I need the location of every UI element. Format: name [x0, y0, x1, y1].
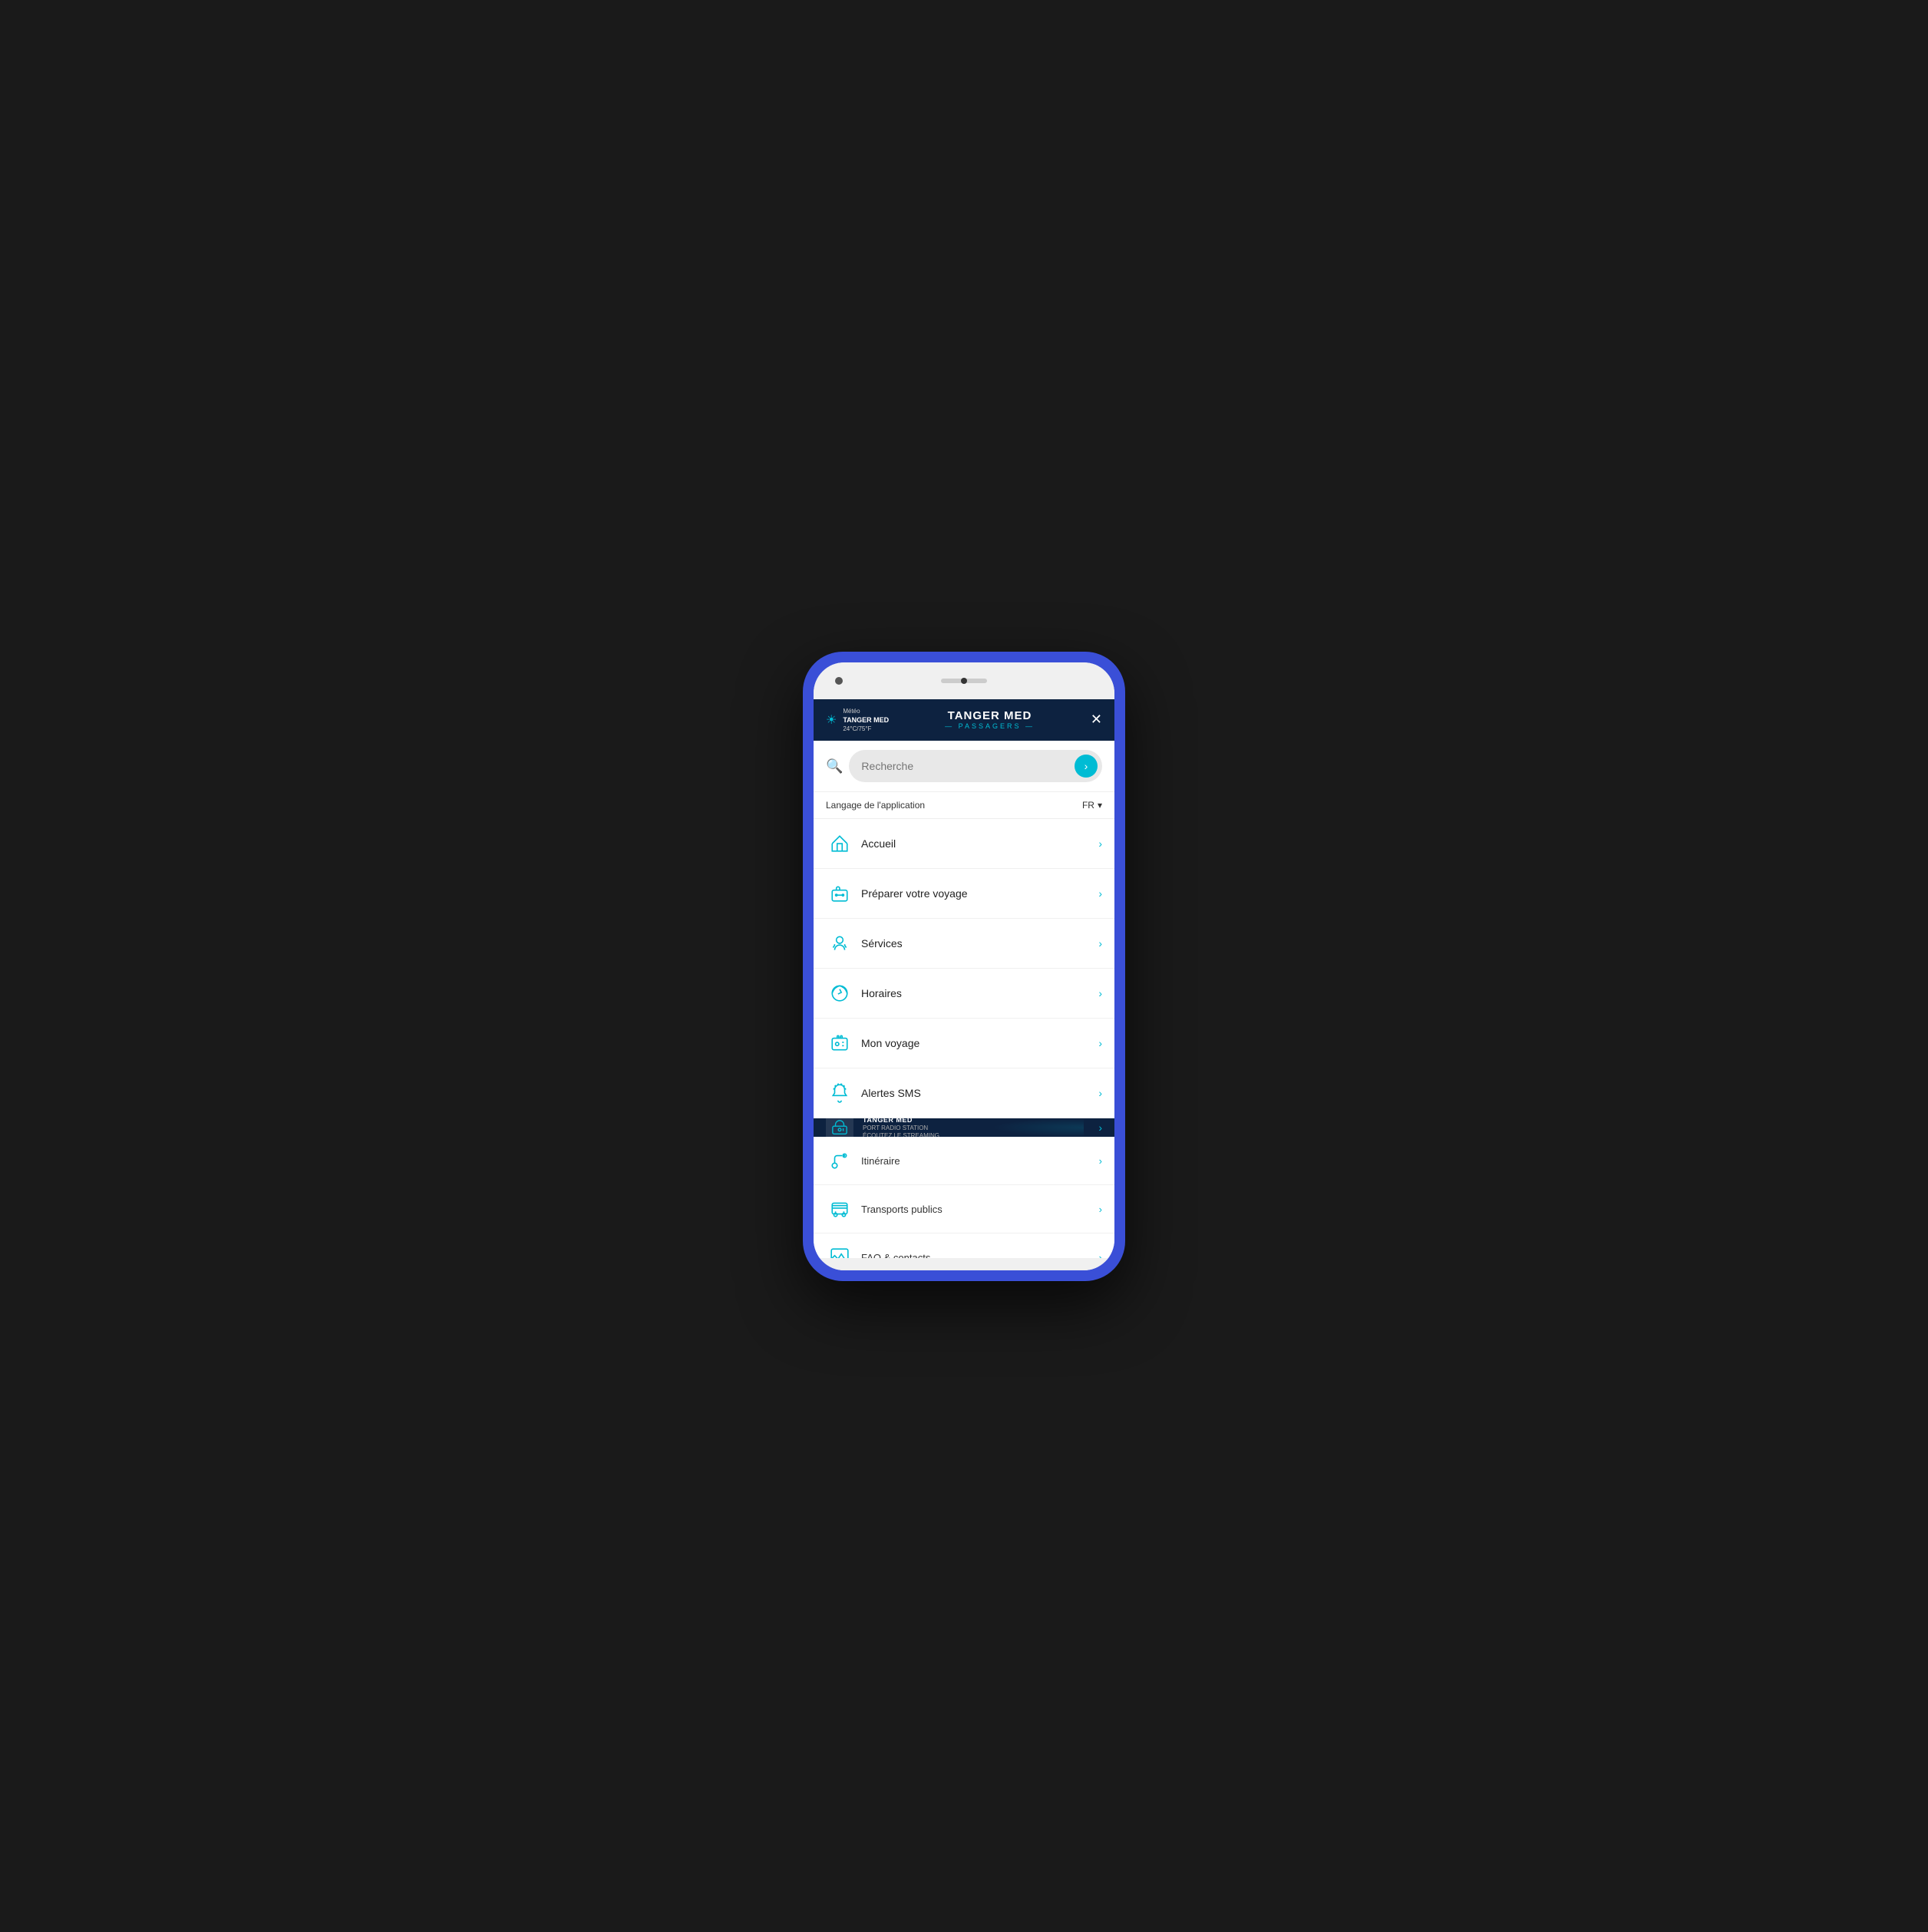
chevron-right-icon: › — [1098, 937, 1102, 949]
chevron-right-icon: › — [1098, 887, 1102, 900]
weather-temp: 24°C/75°F — [843, 725, 889, 733]
close-button[interactable]: ✕ — [1091, 712, 1102, 728]
search-icon: 🔍 — [826, 758, 843, 774]
radio-line2: ÉCOUTEZ LE STREAMING — [863, 1132, 1089, 1137]
sub-label-itineraire: Itinéraire — [861, 1155, 1099, 1167]
nav-item-horaires[interactable]: Horaires › — [814, 969, 1114, 1019]
horaires-icon — [826, 979, 853, 1007]
header-center: TANGER MED — PASSAGERS — — [945, 709, 1035, 730]
front-camera — [961, 678, 967, 684]
chevron-right-icon: › — [1099, 1155, 1102, 1167]
nav-label-horaires: Horaires — [861, 987, 1098, 999]
phone-bottom-bar — [814, 1258, 1114, 1270]
weather-label: Météo — [843, 707, 889, 715]
chevron-down-icon: ▾ — [1098, 800, 1102, 811]
language-selector[interactable]: FR ▾ — [1082, 800, 1102, 811]
chevron-right-icon: › — [1098, 837, 1102, 850]
search-input[interactable] — [861, 760, 1068, 772]
voyage-icon — [826, 1029, 853, 1057]
nav-label-accueil: Accueil — [861, 837, 1098, 850]
bus-icon — [826, 1195, 853, 1223]
suitcase-icon — [826, 880, 853, 907]
nav-item-accueil[interactable]: Accueil › — [814, 819, 1114, 869]
faq-icon — [826, 1243, 853, 1257]
radio-line1: PORT RADIO STATION — [863, 1125, 1089, 1131]
sub-item-itineraire[interactable]: Itinéraire › — [814, 1137, 1114, 1185]
language-value: FR — [1082, 800, 1094, 811]
sub-item-transports[interactable]: Transports publics › — [814, 1185, 1114, 1234]
home-icon — [826, 830, 853, 857]
sub-label-faq: FAQ & contacts — [861, 1252, 1099, 1258]
app-screen: ☀ Météo TANGER MED 24°C/75°F TANGER MED … — [814, 699, 1114, 1258]
sub-item-faq[interactable]: FAQ & contacts › — [814, 1234, 1114, 1257]
radio-chevron-icon: › — [1098, 1121, 1102, 1134]
app-header: ☀ Météo TANGER MED 24°C/75°F TANGER MED … — [814, 699, 1114, 741]
nav-label-voyage: Mon voyage — [861, 1037, 1098, 1049]
header-weather: ☀ Météo TANGER MED 24°C/75°F — [826, 707, 889, 734]
nav-item-voyage[interactable]: Mon voyage › — [814, 1019, 1114, 1068]
search-bar: 🔍 › — [814, 741, 1114, 792]
radio-icon — [826, 1118, 853, 1137]
chevron-right-icon: › — [1098, 1087, 1102, 1099]
nav-item-alertes[interactable]: Alertes SMS › — [814, 1068, 1114, 1118]
nav-label-alertes: Alertes SMS — [861, 1087, 1098, 1099]
chevron-right-icon: › — [1098, 1037, 1102, 1049]
services-icon — [826, 930, 853, 957]
nav-item-preparer[interactable]: Préparer votre voyage › — [814, 869, 1114, 919]
language-label: Langage de l'application — [826, 800, 925, 811]
radio-banner[interactable]: TANGER MED PORT RADIO STATION ÉCOUTEZ LE… — [814, 1118, 1114, 1137]
sub-label-transports: Transports publics — [861, 1204, 1099, 1215]
chevron-right-icon: › — [1099, 1204, 1102, 1215]
chevron-right-icon: › — [1098, 987, 1102, 999]
nav-label-preparer: Préparer votre voyage — [861, 887, 1098, 900]
app-title: TANGER MED — [945, 709, 1035, 722]
weather-icon: ☀ — [826, 712, 837, 728]
search-input-wrapper: › — [849, 750, 1102, 782]
nav-item-services[interactable]: Sérvices › — [814, 919, 1114, 969]
radio-text: TANGER MED PORT RADIO STATION ÉCOUTEZ LE… — [863, 1118, 1089, 1137]
language-row: Langage de l'application FR ▾ — [814, 792, 1114, 819]
phone-screen-container: ☀ Météo TANGER MED 24°C/75°F TANGER MED … — [814, 662, 1114, 1270]
app-subtitle: — PASSAGERS — — [945, 722, 1035, 730]
camera — [835, 677, 843, 685]
route-icon — [826, 1147, 853, 1174]
chevron-right-icon: › — [1099, 1252, 1102, 1258]
nav-label-services: Sérvices — [861, 937, 1098, 949]
weather-city: TANGER MED — [843, 715, 889, 725]
phone-top-bar — [814, 662, 1114, 699]
phone-device: ☀ Météo TANGER MED 24°C/75°F TANGER MED … — [803, 652, 1125, 1281]
radio-title: TANGER MED — [863, 1118, 1089, 1124]
weather-info: Météo TANGER MED 24°C/75°F — [843, 707, 889, 734]
search-button[interactable]: › — [1075, 755, 1098, 778]
bell-icon — [826, 1079, 853, 1107]
